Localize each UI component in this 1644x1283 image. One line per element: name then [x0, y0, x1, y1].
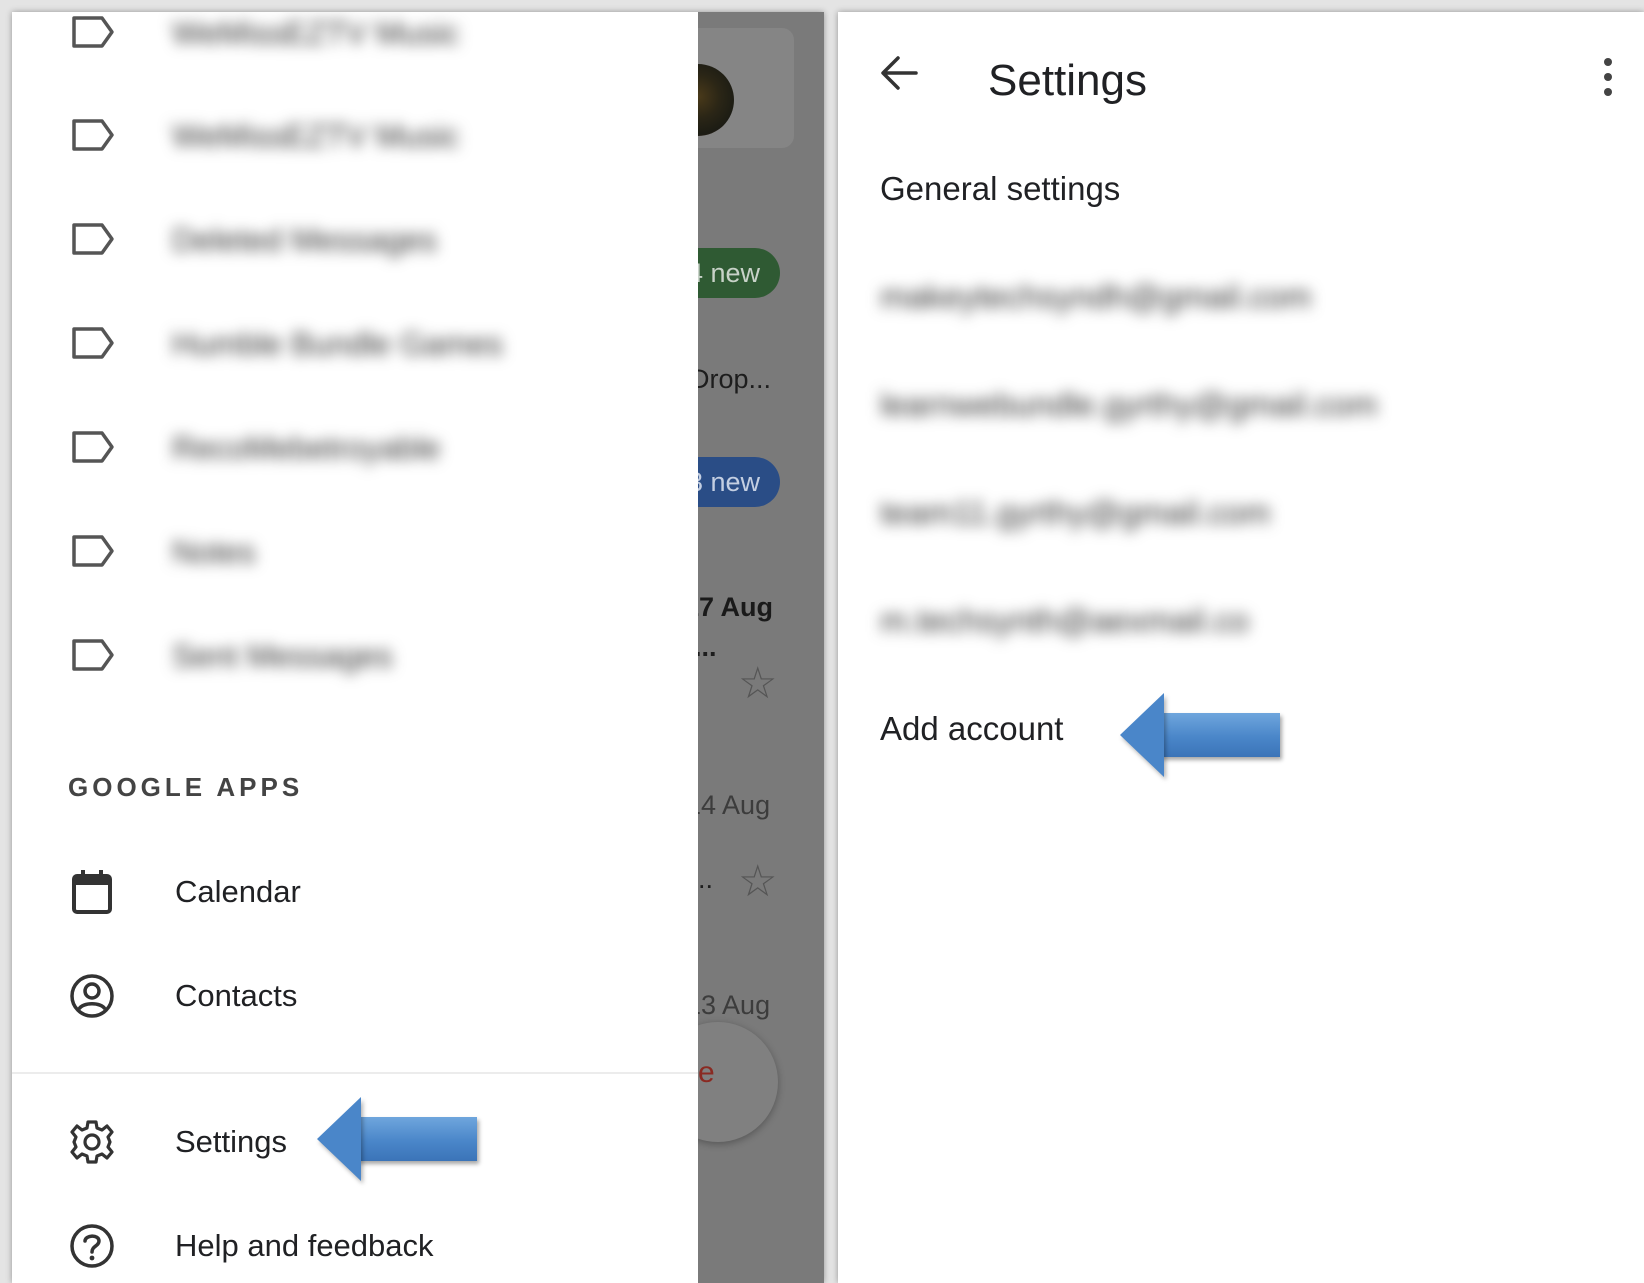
label-tag-icon — [72, 431, 114, 463]
add-account-item[interactable]: Add account — [880, 710, 1063, 748]
email-snippet: Drop... — [698, 364, 772, 394]
account-item[interactable]: learnwebundle.gyrthy@gmail.com — [880, 386, 1378, 424]
label-tag-icon — [72, 639, 114, 671]
drawer-label-item[interactable]: WeMissEZTV Music — [12, 12, 698, 82]
settings-label: Settings — [175, 1124, 288, 1159]
label-name: Notes — [172, 534, 256, 570]
star-icon: ☆ — [738, 659, 778, 708]
account-card — [698, 28, 794, 148]
drawer-label-item[interactable]: Deleted Messages — [12, 189, 698, 289]
navigation-drawer-screenshot: WeMissEZTV Music WeMissEZTV Music Delete… — [12, 12, 824, 1283]
help-label: Help and feedback — [175, 1228, 434, 1263]
dimmed-inbox: 4 new Drop... 3 new 17 Aug ... ☆ 14 Aug … — [698, 12, 824, 1283]
email-date: 14 Aug — [698, 790, 771, 820]
label-tag-icon — [72, 119, 114, 151]
email-date: 17 Aug — [698, 592, 774, 622]
arrow-shaft — [357, 1117, 477, 1161]
compose-button: e — [698, 1022, 778, 1142]
label-tag-icon — [72, 223, 114, 255]
help-circle-icon — [70, 1224, 114, 1268]
arrow-head — [317, 1097, 361, 1181]
google-apps-header: GOOGLE APPS — [68, 772, 304, 802]
navigation-drawer: WeMissEZTV Music WeMissEZTV Music Delete… — [12, 12, 698, 1283]
label-name: Humble Bundle Games — [172, 326, 503, 362]
more-vertical-icon[interactable] — [1598, 54, 1618, 100]
drawer-label-item[interactable]: Notes — [12, 501, 698, 601]
email-snippet: ... — [698, 632, 717, 662]
label-name: Deleted Messages — [172, 222, 438, 258]
page-title: Settings — [988, 56, 1147, 105]
avatar — [698, 64, 734, 136]
arrow-shaft — [1160, 713, 1280, 757]
new-count-badge: 4 new — [698, 248, 781, 298]
calendar-icon — [72, 870, 112, 914]
drawer-label-item[interactable]: RecoMebetroyable — [12, 397, 698, 497]
account-item[interactable]: makeytechsyndh@gmail.com — [880, 278, 1312, 316]
label-tag-icon — [72, 16, 114, 48]
account-item[interactable]: m.techsynth@aexmail.co — [880, 602, 1249, 640]
label-name: WeMissEZTV Music — [172, 15, 460, 51]
callout-arrow-settings — [317, 1097, 477, 1181]
calendar-label: Calendar — [175, 874, 301, 909]
settings-screenshot: Settings General settings makeytechsyndh… — [838, 12, 1644, 1283]
general-settings-item[interactable]: General settings — [880, 170, 1120, 208]
star-icon: ☆ — [738, 857, 778, 906]
compose-label: e — [698, 1056, 715, 1089]
account-item[interactable]: team11.gyrthy@gmail.com — [880, 494, 1271, 532]
label-name: WeMissEZTV Music — [172, 118, 460, 154]
drawer-label-item[interactable]: Sent Messages — [12, 605, 698, 705]
contacts-label: Contacts — [175, 978, 298, 1013]
callout-arrow-add-account — [1120, 693, 1280, 777]
drawer-label-item[interactable]: Humble Bundle Games — [12, 293, 698, 393]
new-count-badge: 3 new — [698, 457, 781, 507]
email-snippet: .. — [698, 864, 714, 894]
account-circle-icon — [70, 974, 114, 1018]
drawer-label-item[interactable]: WeMissEZTV Music — [12, 85, 698, 185]
label-tag-icon — [72, 327, 114, 359]
drawer-item-calendar[interactable]: Calendar — [12, 842, 698, 942]
arrow-head — [1120, 693, 1164, 777]
gear-icon — [70, 1120, 114, 1164]
drawer-item-contacts[interactable]: Contacts — [12, 946, 698, 1046]
drawer-divider — [12, 1072, 698, 1074]
label-name: Sent Messages — [172, 638, 393, 674]
email-date: 13 Aug — [698, 990, 771, 1020]
drawer-item-help[interactable]: Help and feedback — [12, 1196, 698, 1283]
label-name: RecoMebetroyable — [172, 430, 441, 466]
arrow-left-icon[interactable] — [874, 48, 924, 98]
label-tag-icon — [72, 535, 114, 567]
